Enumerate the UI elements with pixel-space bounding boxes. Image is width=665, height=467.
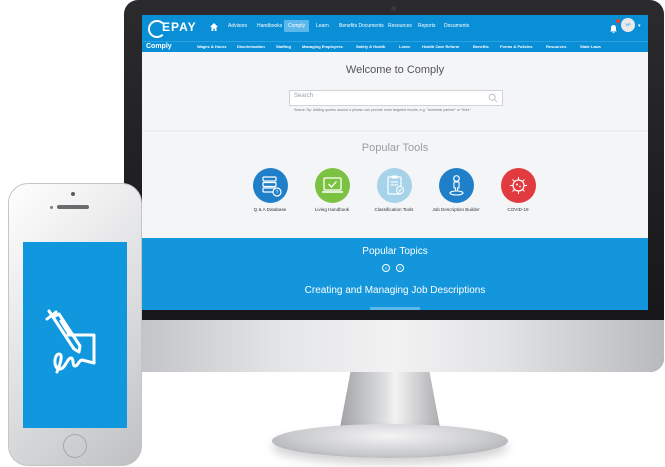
subnav-leave[interactable]: Leave xyxy=(399,42,410,52)
logo-text: EPAY xyxy=(162,20,197,34)
monitor-camera xyxy=(391,6,396,11)
notification-bell-icon[interactable] xyxy=(609,19,620,34)
popular-topics-band: Popular Topics ‹ › Creating and Managing… xyxy=(142,238,648,310)
laptop-check-icon xyxy=(314,168,350,203)
subnav-resources[interactable]: Resources xyxy=(546,42,566,52)
subnav-forms-policies[interactable]: Forms & Policies xyxy=(500,42,532,52)
nav-reports[interactable]: Reports xyxy=(418,23,436,29)
subnav-managing-employees[interactable]: Managing Employees xyxy=(302,42,343,52)
tool-label: Job Description Builder xyxy=(432,207,480,212)
monitor-screen: EPAY Advisors Handbooks Comply Learn Ben… xyxy=(142,15,648,310)
home-icon[interactable] xyxy=(209,22,219,32)
user-avatar[interactable]: VP xyxy=(621,18,635,32)
desktop-monitor: EPAY Advisors Handbooks Comply Learn Ben… xyxy=(124,0,664,372)
nav-resources[interactable]: Resources xyxy=(388,23,412,29)
section-divider xyxy=(142,130,648,132)
clipboard-check-icon xyxy=(376,168,412,203)
phone-screen xyxy=(23,242,127,428)
tool-job-description-builder[interactable]: Job Description Builder xyxy=(426,168,486,213)
subnav-state-laws[interactable]: State Laws xyxy=(580,42,601,52)
nav-handbooks[interactable]: Handbooks xyxy=(257,23,282,29)
search-input[interactable]: Search xyxy=(289,90,503,106)
phone-sensor xyxy=(50,206,53,209)
comply-sub-navigation: Comply Wages & Hours Discrimination Staf… xyxy=(142,41,648,52)
nav-benefits-documents[interactable]: Benefits Documents xyxy=(339,23,384,29)
carousel-prev-button[interactable]: ‹ xyxy=(382,264,390,272)
virus-icon xyxy=(500,168,536,203)
top-navigation-bar: EPAY Advisors Handbooks Comply Learn Ben… xyxy=(142,15,648,41)
person-pin-icon xyxy=(438,168,474,203)
monitor-base xyxy=(272,424,508,458)
signature-pen-icon xyxy=(45,309,96,374)
popular-topics-heading: Popular Topics xyxy=(362,246,428,257)
subnav-safety-health[interactable]: Safety & Health xyxy=(356,42,385,52)
topic-button-edge[interactable] xyxy=(370,307,420,310)
tool-covid-19[interactable]: COVID-19 xyxy=(488,168,548,213)
subnav-staffing[interactable]: Staffing xyxy=(276,42,291,52)
search-placeholder: Search xyxy=(294,93,314,99)
tool-label: Living Handbook xyxy=(314,207,350,212)
tool-label: Q & A Database xyxy=(253,207,287,212)
tool-label: Classification Tools xyxy=(374,207,414,212)
tool-classification-tools[interactable]: Classification Tools xyxy=(364,168,424,213)
page-title: Welcome to Comply xyxy=(345,64,445,76)
smartphone xyxy=(8,183,142,466)
phone-camera xyxy=(71,192,75,196)
tool-qa-database[interactable]: ? Q & A Database xyxy=(240,168,300,213)
nav-learn[interactable]: Learn xyxy=(316,23,329,29)
comply-brand-label[interactable]: Comply xyxy=(146,42,172,52)
carousel-next-button[interactable]: › xyxy=(396,264,404,272)
nav-documents[interactable]: Documents xyxy=(444,23,469,29)
nav-comply[interactable]: Comply xyxy=(284,20,309,32)
tool-living-handbook[interactable]: Living Handbook xyxy=(302,168,362,213)
chevron-down-icon[interactable]: ▾ xyxy=(638,23,641,29)
notification-dot xyxy=(616,19,620,23)
search-icon[interactable] xyxy=(488,93,498,103)
svg-text:?: ? xyxy=(275,190,278,196)
nav-advisors[interactable]: Advisors xyxy=(228,23,247,29)
current-topic-title[interactable]: Creating and Managing Job Descriptions xyxy=(142,285,648,296)
search-tip: Search Tip: Adding quotes around a phras… xyxy=(294,108,471,112)
subnav-benefits[interactable]: Benefits xyxy=(473,42,489,52)
phone-speaker xyxy=(57,205,89,209)
phone-home-button xyxy=(63,434,87,458)
tool-label: COVID-19 xyxy=(507,207,529,212)
database-question-icon: ? xyxy=(252,168,288,203)
monitor-chin xyxy=(124,320,664,372)
popular-tools-heading: Popular Tools xyxy=(361,142,429,154)
epay-logo[interactable]: EPAY xyxy=(148,18,200,38)
subnav-health-care-reform[interactable]: Health Care Reform xyxy=(422,42,459,52)
subnav-discrimination[interactable]: Discrimination xyxy=(237,42,265,52)
subnav-wages-hours[interactable]: Wages & Hours xyxy=(197,42,226,52)
